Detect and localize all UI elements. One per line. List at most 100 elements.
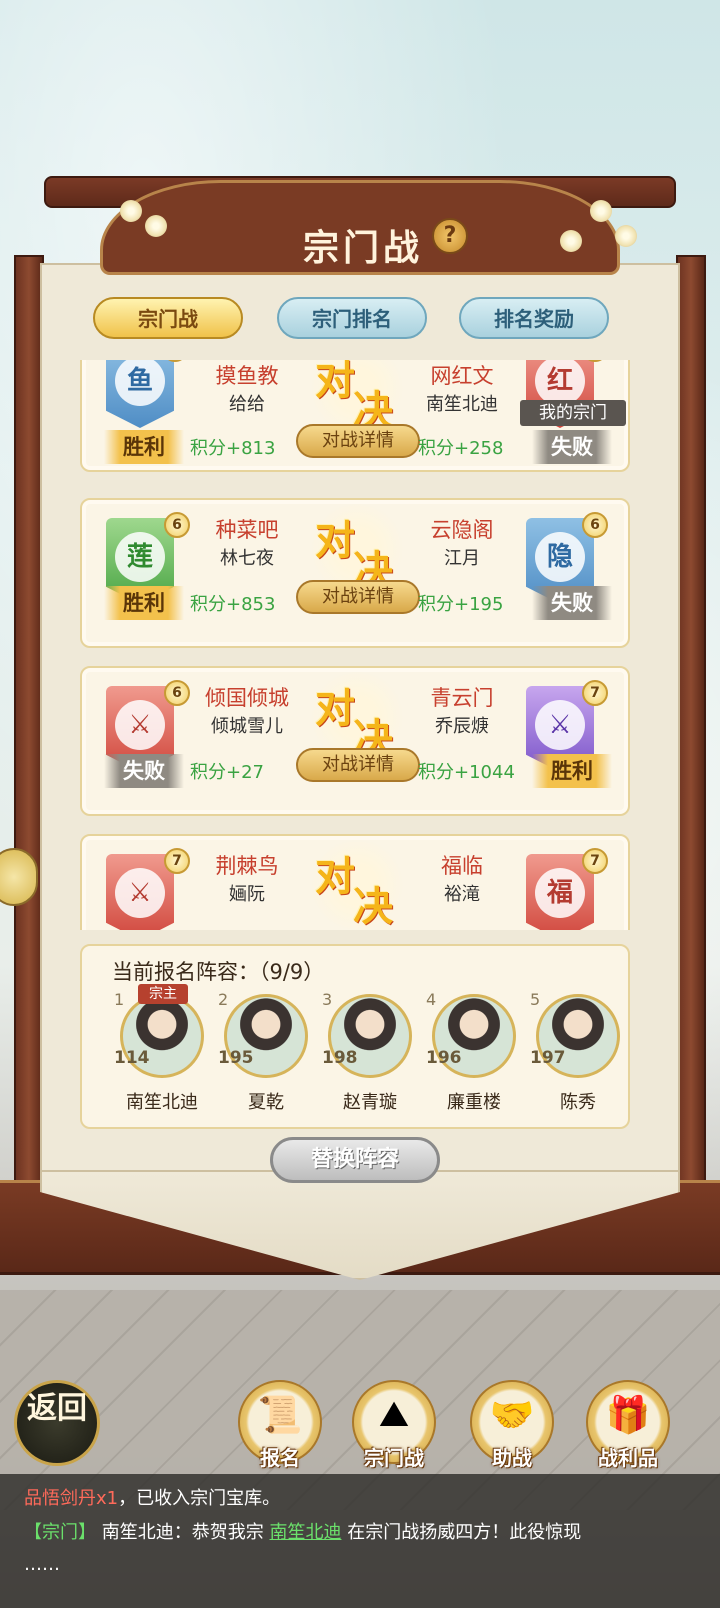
sect-name: 摸鱼教 <box>215 364 279 388</box>
sect-name: 青云门 <box>430 686 494 710</box>
sect-leader: 婳阮 <box>229 884 265 905</box>
battle-details-button[interactable]: 对战详情 <box>296 580 420 614</box>
sect-name: 荆棘鸟 <box>215 854 279 878</box>
result-badge: 失败 <box>532 430 612 464</box>
nav-signup-button[interactable]: 📜 报名 <box>236 1380 324 1480</box>
nav-loot-button[interactable]: 🎁 战利品 <box>584 1380 672 1480</box>
hero-index: 3 <box>322 990 333 1009</box>
nav-assist-button[interactable]: 🤝 助战 <box>468 1380 556 1480</box>
chat-ellipsis: …… <box>24 1554 60 1575</box>
tab-ranking-rewards[interactable]: 排名奖励 <box>459 297 609 339</box>
plum-blossom-icon <box>590 200 612 222</box>
hero-power: 197 <box>530 1048 566 1068</box>
tab-sect-ranking[interactable]: 宗门排名 <box>277 297 427 339</box>
hero-power: 195 <box>218 1048 254 1068</box>
score-text: 积分+813 <box>190 438 276 459</box>
page-title: 宗门战 <box>302 227 423 269</box>
hero-power: 198 <box>322 1048 358 1068</box>
hero-index: 5 <box>530 990 541 1009</box>
nav-label: 助战 <box>492 1446 532 1470</box>
nav-label: 战利品 <box>598 1446 658 1470</box>
score-text: 积分+1044 <box>418 762 515 783</box>
battle-details-button[interactable]: 对战详情 <box>296 424 420 458</box>
hero-name: 夏乾 <box>248 1092 284 1113</box>
sect-leader: 江月 <box>444 548 480 569</box>
hero-slot[interactable]: 宗主 1 114 南笙北迪 <box>114 984 210 1120</box>
crossed-swords-icon: ⚔ <box>115 868 165 918</box>
nav-sect-war-button[interactable]: ⛰ 宗门战 <box>350 1380 438 1480</box>
chat-bar[interactable]: 品悟剑丹x1，已收入宗门宝库。 【宗门】 南笙北迪：恭贺我宗 南笙北迪 在宗门战… <box>0 1474 720 1608</box>
chat-speaker: 南笙北迪：恭贺我宗 <box>101 1522 264 1543</box>
result-badge: 失败 <box>104 754 184 788</box>
result-badge: 胜利 <box>104 586 184 620</box>
versus-emblem: 对 决 <box>307 360 407 434</box>
lineup-panel: 当前报名阵容：（9/9） 宗主 1 114 南笙北迪 2 195 夏乾 3 19… <box>80 944 630 1129</box>
sect-name: 云隐阁 <box>430 518 494 542</box>
crossed-swords-icon: ⚔ <box>535 700 585 750</box>
score-text: 积分+853 <box>190 594 276 615</box>
match-card: ⚔ 6 倾国倾城 倾城雪儿 对 决 对战详情 失败 积分+27 ⚔ 7 青云门 … <box>80 666 630 816</box>
chat-message: 【宗门】 南笙北迪：恭贺我宗 南笙北迪 在宗门战扬威四方！此役惊现 <box>24 1522 582 1543</box>
hero-name: 廉重楼 <box>447 1092 501 1113</box>
hero-name: 赵青璇 <box>343 1092 397 1113</box>
hero-slot[interactable]: 4 196 廉重楼 <box>426 990 522 1120</box>
match-card: ⚔ 7 荆棘鸟 婳阮 对 决 福 7 福临 裕滝 <box>80 834 630 930</box>
result-badge: 失败 <box>532 586 612 620</box>
hero-power: 196 <box>426 1048 462 1068</box>
sect-name: 倾国倾城 <box>205 686 289 710</box>
battle-details-button[interactable]: 对战详情 <box>296 748 420 782</box>
back-button[interactable]: 返回 <box>14 1380 100 1466</box>
sect-level-badge: 7 <box>582 848 608 874</box>
result-badge: 胜利 <box>104 430 184 464</box>
score-text: 积分+195 <box>418 594 504 615</box>
versus-emblem: 对 决 <box>307 840 407 930</box>
sect-name: 福临 <box>441 854 483 878</box>
replace-lineup-button[interactable]: 替换阵容 <box>270 1137 440 1183</box>
sect-leader: 南笙北迪 <box>426 394 498 415</box>
sect-emblem: 福 <box>535 868 585 918</box>
plum-blossom-icon <box>145 215 167 237</box>
plum-blossom-icon <box>120 200 142 222</box>
title-plaque: 宗门战 <box>100 180 620 275</box>
result-badge: 胜利 <box>532 754 612 788</box>
hero-name: 南笙北迪 <box>126 1092 198 1113</box>
help-icon[interactable]: ? <box>432 218 468 254</box>
chat-channel: 【宗门】 <box>24 1522 96 1543</box>
sect-name: 种菜吧 <box>215 518 279 542</box>
hero-slot[interactable]: 5 197 陈秀 <box>530 990 626 1120</box>
plum-blossom-icon <box>615 225 637 247</box>
match-card: 莲 6 种菜吧 林七夜 对 决 对战详情 胜利 积分+853 隐 6 云隐阁 江… <box>80 498 630 648</box>
hero-index: 1 <box>114 990 125 1009</box>
nav-label: 宗门战 <box>364 1446 424 1470</box>
hero-slot[interactable]: 3 198 赵青璇 <box>322 990 418 1120</box>
sect-name: 网红文 <box>430 364 494 388</box>
tab-sect-war[interactable]: 宗门战 <box>93 297 243 339</box>
hero-name: 陈秀 <box>560 1092 596 1113</box>
chat-bubble-button[interactable] <box>0 848 38 906</box>
chat-item: 品悟剑丹x1 <box>24 1488 119 1509</box>
lotus-icon: 莲 <box>115 532 165 582</box>
sect-leader: 乔辰焿 <box>435 716 489 737</box>
leader-tag: 宗主 <box>138 984 188 1004</box>
frame-right-post <box>676 255 706 1245</box>
hero-power: 114 <box>114 1048 150 1068</box>
sect-leader: 倾城雪儿 <box>211 716 283 737</box>
my-sect-tag: 我的宗门 <box>520 400 626 426</box>
sect-leader: 裕滝 <box>444 884 480 905</box>
hero-index: 4 <box>426 990 437 1009</box>
chat-player-link[interactable]: 南笙北迪 <box>269 1522 341 1543</box>
sect-leader: 给给 <box>229 394 265 415</box>
hero-slot[interactable]: 2 195 夏乾 <box>218 990 314 1120</box>
score-text: 积分+258 <box>418 438 504 459</box>
match-card: 鱼 7 摸鱼教 给给 对 决 对战详情 胜利 积分+813 红 6 网红文 南笙… <box>80 360 630 472</box>
nav-label: 报名 <box>260 1446 300 1470</box>
sect-emblem: 隐 <box>535 532 585 582</box>
lineup-title: 当前报名阵容：（9/9） <box>112 960 325 984</box>
chat-message: 品悟剑丹x1，已收入宗门宝库。 <box>24 1488 281 1509</box>
sect-level-badge: 6 <box>582 512 608 538</box>
sect-emblem: 鱼 <box>115 360 165 406</box>
crossed-swords-icon: ⚔ <box>115 700 165 750</box>
match-list[interactable]: 鱼 7 摸鱼教 给给 对 决 对战详情 胜利 积分+813 红 6 网红文 南笙… <box>80 360 630 930</box>
sect-banner: 鱼 <box>106 360 174 428</box>
score-text: 积分+27 <box>190 762 264 783</box>
